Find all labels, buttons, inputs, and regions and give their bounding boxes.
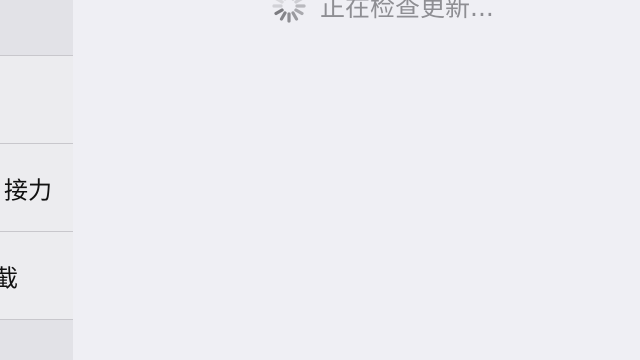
sidebar-item-handoff[interactable]: 接力 [0,144,73,232]
sidebar-section-gap [0,320,73,360]
loading-spinner-icon [272,0,306,23]
settings-sidebar: 接力 截 [0,0,73,360]
sidebar-section-gap [0,0,73,56]
sidebar-item-screenshot[interactable]: 截 [0,232,73,320]
sidebar-item-label: 接力 [4,176,52,204]
software-update-panel: 正在检查更新... [73,0,640,360]
sidebar-item-blank[interactable] [0,56,73,144]
update-status: 正在检查更新... [268,0,494,26]
update-status-text: 正在检查更新... [320,0,494,22]
sidebar-item-label: 截 [0,258,18,293]
